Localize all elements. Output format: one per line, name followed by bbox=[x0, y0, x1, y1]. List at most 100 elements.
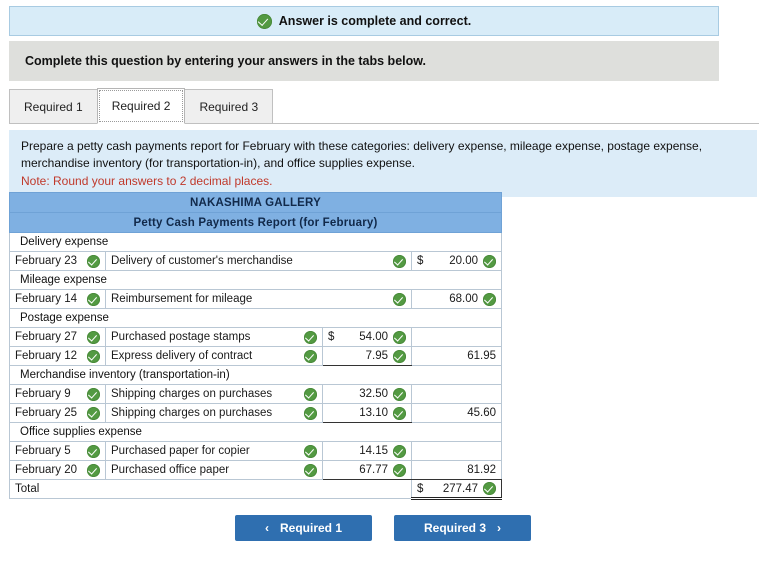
entry-amount: 68.00 bbox=[449, 293, 479, 305]
table-row: February 27 Purchased postage stamps $ 5… bbox=[9, 327, 503, 347]
entry-subamount: 54.00 bbox=[359, 331, 388, 343]
entry-date: February 20 bbox=[15, 464, 78, 476]
table-row: February 23 Delivery of customer's merch… bbox=[9, 251, 503, 271]
entry-description-cell[interactable]: Express delivery of contract bbox=[105, 346, 323, 366]
check-circle-icon bbox=[87, 463, 100, 477]
entry-amount-cell[interactable]: 68.00 bbox=[410, 289, 503, 309]
entry-subamount-cell[interactable]: 13.10 bbox=[322, 403, 412, 423]
entry-date: February 9 bbox=[15, 388, 71, 400]
requirement-tabs: Required 1 Required 2 Required 3 bbox=[9, 88, 759, 124]
category-row: Postage expense bbox=[8, 308, 503, 328]
category-label: Merchandise inventory (transportation-in… bbox=[8, 365, 503, 385]
entry-description: Purchased office paper bbox=[111, 464, 230, 476]
check-circle-icon bbox=[393, 254, 406, 268]
entry-date-cell[interactable]: February 12 bbox=[9, 346, 106, 366]
prev-required-1-button[interactable]: ‹ Required 1 bbox=[235, 515, 372, 541]
answer-status-text: Answer is complete and correct. bbox=[278, 14, 472, 28]
tab-required-3-label: Required 3 bbox=[199, 99, 259, 114]
next-button-label: Required 3 bbox=[423, 521, 486, 535]
check-circle-icon bbox=[483, 292, 497, 306]
check-circle-icon bbox=[393, 406, 406, 420]
entry-date-cell[interactable]: February 27 bbox=[9, 327, 106, 347]
entry-amount-cell bbox=[410, 384, 503, 404]
check-circle-icon bbox=[87, 406, 100, 420]
entry-subamount-cell[interactable]: 14.15 bbox=[322, 441, 412, 461]
table-row: February 9 Shipping charges on purchases… bbox=[9, 384, 503, 404]
entry-description-cell[interactable]: Purchased postage stamps bbox=[105, 327, 323, 347]
check-circle-icon bbox=[393, 387, 406, 401]
tab-required-3[interactable]: Required 3 bbox=[184, 89, 274, 123]
entry-description-cell[interactable]: Shipping charges on purchases bbox=[105, 384, 323, 404]
tab-required-2-label: Required 2 bbox=[111, 99, 171, 113]
entry-amount-cell bbox=[410, 441, 503, 461]
tab-required-2[interactable]: Required 2 bbox=[96, 88, 186, 124]
prev-button-label: Required 1 bbox=[279, 521, 342, 535]
check-circle-icon bbox=[87, 349, 100, 363]
entry-date-cell[interactable]: February 14 bbox=[9, 289, 106, 309]
currency-symbol: $ bbox=[417, 482, 424, 495]
entry-description-cell[interactable]: Shipping charges on purchases bbox=[105, 403, 323, 423]
entry-date-cell[interactable]: February 5 bbox=[9, 441, 106, 461]
entry-subamount-cell[interactable]: 32.50 bbox=[322, 384, 412, 404]
table-row: February 25 Shipping charges on purchase… bbox=[9, 403, 503, 423]
entry-description-cell[interactable]: Reimbursement for mileage bbox=[105, 289, 412, 309]
entry-subamount-cell[interactable]: 67.77 bbox=[322, 460, 412, 480]
table-row: February 20 Purchased office paper 67.77 bbox=[9, 460, 503, 480]
check-circle-icon bbox=[304, 387, 317, 401]
entry-description: Express delivery of contract bbox=[111, 350, 253, 362]
entry-amount-cell[interactable]: 61.95 bbox=[410, 346, 503, 366]
petty-cash-payments-report: NAKASHIMA GALLERY Petty Cash Payments Re… bbox=[8, 192, 503, 500]
entry-subamount-cell[interactable]: $ 54.00 bbox=[322, 327, 412, 347]
category-row: Merchandise inventory (transportation-in… bbox=[8, 365, 503, 385]
table-row: February 12 Express delivery of contract… bbox=[9, 346, 503, 366]
check-circle-icon bbox=[304, 349, 317, 363]
report-title-header-row: Petty Cash Payments Report (for February… bbox=[8, 212, 503, 233]
total-label: Total bbox=[9, 479, 412, 499]
next-required-3-button[interactable]: Required 3 › bbox=[394, 515, 531, 541]
check-circle-icon bbox=[483, 482, 497, 495]
entry-description: Purchased postage stamps bbox=[111, 331, 251, 343]
entry-date: February 14 bbox=[15, 293, 78, 305]
table-row: February 14 Reimbursement for mileage 68… bbox=[9, 289, 503, 309]
entry-description-cell[interactable]: Purchased paper for copier bbox=[105, 441, 323, 461]
chevron-left-icon: ‹ bbox=[264, 521, 269, 535]
entry-date-cell[interactable]: February 23 bbox=[9, 251, 106, 271]
entry-description-cell[interactable]: Delivery of customer's merchandise bbox=[105, 251, 412, 271]
check-circle-icon bbox=[87, 330, 100, 344]
prompt-text: Prepare a petty cash payments report for… bbox=[21, 139, 703, 171]
entry-description: Shipping charges on purchases bbox=[111, 407, 273, 419]
entry-subamount-cell[interactable]: 7.95 bbox=[322, 346, 412, 366]
entry-description: Shipping charges on purchases bbox=[111, 388, 273, 400]
answer-status-banner: Answer is complete and correct. bbox=[9, 6, 719, 36]
report-title: Petty Cash Payments Report (for February… bbox=[8, 212, 503, 233]
instruction-bar: Complete this question by entering your … bbox=[9, 41, 719, 81]
check-circle-icon bbox=[393, 292, 406, 306]
entry-amount-cell[interactable]: $ 20.00 bbox=[410, 251, 503, 271]
table-row: February 5 Purchased paper for copier 14… bbox=[9, 441, 503, 461]
check-circle-icon bbox=[304, 444, 317, 458]
check-circle-icon bbox=[393, 330, 406, 344]
entry-amount: 45.60 bbox=[467, 407, 497, 419]
entry-amount-cell[interactable]: 45.60 bbox=[410, 403, 503, 423]
entry-date-cell[interactable]: February 9 bbox=[9, 384, 106, 404]
entry-description: Purchased paper for copier bbox=[111, 445, 250, 457]
category-row: Delivery expense bbox=[8, 232, 503, 252]
check-circle-icon bbox=[256, 13, 272, 29]
entry-date-cell[interactable]: February 20 bbox=[9, 460, 106, 480]
entry-date: February 25 bbox=[15, 407, 78, 419]
entry-subamount: 67.77 bbox=[359, 464, 388, 476]
total-amount-cell[interactable]: $ 277.47 bbox=[410, 479, 503, 500]
entry-subamount: 13.10 bbox=[359, 407, 388, 419]
entry-date: February 12 bbox=[15, 350, 78, 362]
tab-required-1[interactable]: Required 1 bbox=[9, 89, 98, 123]
check-circle-icon bbox=[304, 406, 317, 420]
report-company-name: NAKASHIMA GALLERY bbox=[8, 192, 503, 213]
navigation-buttons: ‹ Required 1 Required 3 › bbox=[0, 515, 766, 541]
prompt-rounding-note: Note: Round your answers to 2 decimal pl… bbox=[21, 174, 273, 189]
entry-date: February 27 bbox=[15, 331, 78, 343]
chevron-right-icon: › bbox=[497, 521, 501, 535]
question-prompt: Prepare a petty cash payments report for… bbox=[9, 130, 757, 198]
entry-amount-cell[interactable]: 81.92 bbox=[410, 460, 503, 480]
entry-description-cell[interactable]: Purchased office paper bbox=[105, 460, 323, 480]
entry-date-cell[interactable]: February 25 bbox=[9, 403, 106, 423]
